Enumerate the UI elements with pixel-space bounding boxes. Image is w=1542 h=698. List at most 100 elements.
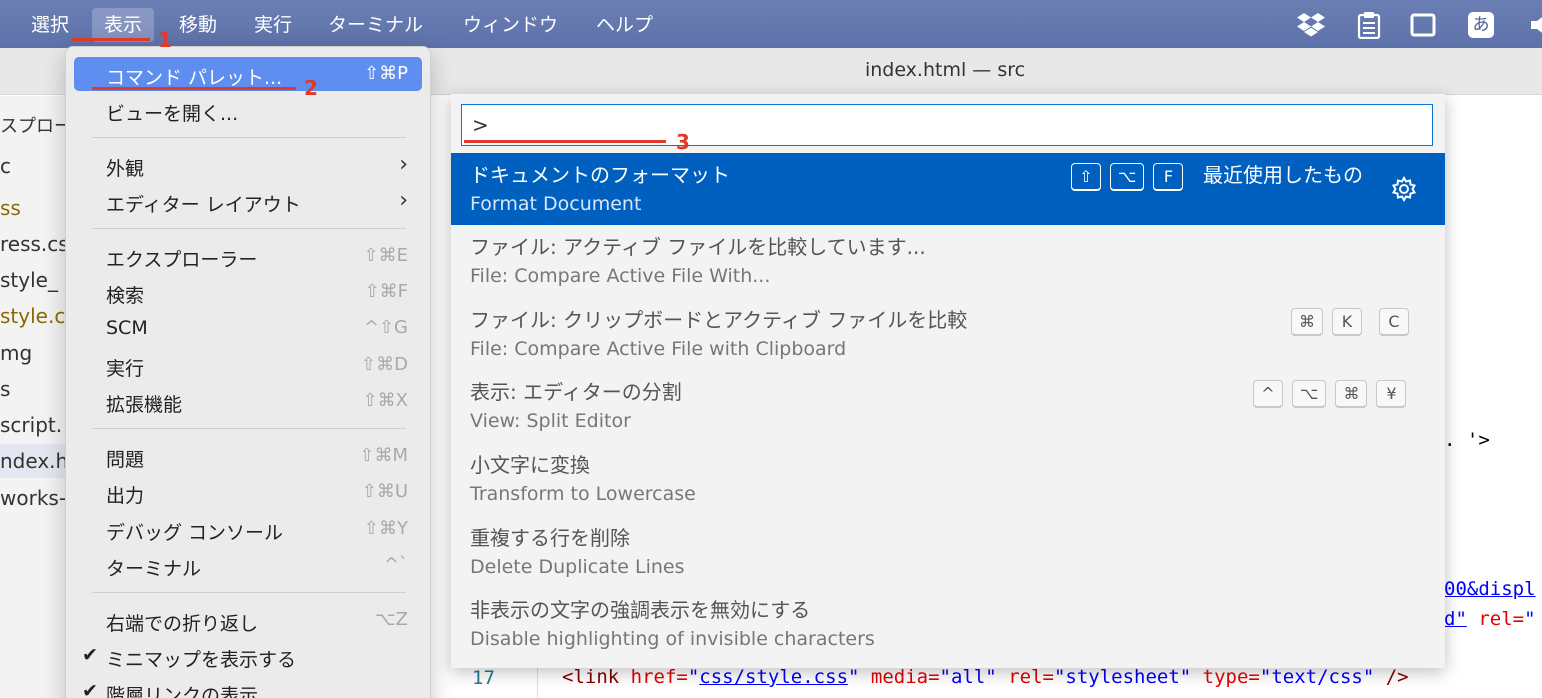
palette-item-detail: Disable highlighting of invisible charac… bbox=[470, 628, 875, 650]
palette-item-disable-invisible-highlight[interactable]: 非表示の文字の強調表示を無効にする Disable highlighting o… bbox=[451, 588, 1445, 660]
palette-item-label: ファイル: クリップボードとアクティブ ファイルを比較 bbox=[470, 308, 968, 332]
menu-item-terminal[interactable]: ターミナル ^` bbox=[74, 548, 422, 582]
code-attr: rel= bbox=[996, 666, 1054, 688]
window-icon[interactable] bbox=[1408, 10, 1438, 40]
menu-item-appearance[interactable]: 外観 › bbox=[74, 148, 422, 182]
palette-item-compare-active-file[interactable]: ファイル: アクティブ ファイルを比較しています... File: Compar… bbox=[451, 225, 1445, 297]
menu-terminal[interactable]: ターミナル bbox=[316, 8, 435, 42]
menu-item-extensions[interactable]: 拡張機能 ⇧⌘X bbox=[74, 384, 422, 418]
menu-item-shortcut: ⇧⌘F bbox=[364, 281, 408, 302]
key: ⌘ bbox=[1335, 380, 1368, 408]
code-tag: /> bbox=[1374, 666, 1409, 688]
tree-item[interactable]: ss bbox=[0, 196, 21, 220]
checkmark-icon: ✔ bbox=[82, 644, 98, 666]
menu-item-label: 出力 bbox=[106, 485, 145, 507]
menu-item-editor-layout[interactable]: エディター レイアウト › bbox=[74, 184, 422, 218]
palette-item-detail: Delete Duplicate Lines bbox=[470, 556, 685, 578]
code-string: "all" bbox=[939, 666, 997, 688]
menu-item-label: SCM bbox=[106, 317, 148, 339]
annotation-number: 2 bbox=[304, 76, 318, 100]
ime-icon[interactable]: あ bbox=[1466, 10, 1496, 40]
menu-item-shortcut: ⇧⌘D bbox=[361, 354, 408, 375]
volume-icon[interactable] bbox=[1524, 10, 1542, 40]
menu-item-open-view[interactable]: ビューを開く... bbox=[74, 93, 422, 127]
menu-item-label: 階層リンクの表示 bbox=[106, 685, 259, 698]
code-fragment: d" rel=" bbox=[1444, 608, 1536, 630]
menu-item-search[interactable]: 検索 ⇧⌘F bbox=[74, 275, 422, 309]
menu-bar: 選択 表示 移動 実行 ターミナル ウィンドウ ヘルプ あ bbox=[0, 0, 1542, 48]
menu-item-label: 実行 bbox=[106, 358, 145, 380]
menu-item-problems[interactable]: 問題 ⇧⌘M bbox=[74, 439, 422, 473]
annotation-underline bbox=[464, 140, 666, 143]
menu-view[interactable]: 表示 bbox=[92, 8, 155, 42]
command-palette: ドキュメントのフォーマット Format Document ⇧ ⌥ F 最近使用… bbox=[451, 94, 1445, 668]
menu-item-shortcut: ⇧⌘P bbox=[364, 63, 408, 84]
menu-item-show-breadcrumbs[interactable]: ✔ 階層リンクの表示 bbox=[74, 675, 422, 698]
code-string: " bbox=[848, 666, 860, 688]
chevron-right-icon: › bbox=[399, 188, 408, 213]
menu-item-shortcut: ⇧⌘X bbox=[362, 390, 408, 411]
palette-item-label: ファイル: アクティブ ファイルを比較しています... bbox=[470, 235, 926, 259]
palette-item-detail: Transform to Lowercase bbox=[470, 483, 696, 505]
clipboard-icon[interactable] bbox=[1354, 10, 1384, 40]
menu-go[interactable]: 移動 bbox=[167, 8, 229, 42]
ime-label: あ bbox=[1468, 12, 1494, 38]
menu-item-show-minimap[interactable]: ✔ ミニマップを表示する bbox=[74, 639, 422, 673]
menu-select[interactable]: 選択 bbox=[19, 8, 81, 42]
palette-item-delete-duplicate-lines[interactable]: 重複する行を削除 Delete Duplicate Lines bbox=[451, 516, 1445, 588]
menu-item-explorer[interactable]: エクスプローラー ⇧⌘E bbox=[74, 239, 422, 273]
menu-separator bbox=[92, 428, 406, 429]
menu-item-label: エクスプローラー bbox=[106, 249, 258, 271]
menu-item-scm[interactable]: SCM ^⇧G bbox=[74, 311, 422, 345]
tree-item[interactable]: c bbox=[0, 154, 11, 178]
menu-item-label: ビューを開く... bbox=[106, 103, 239, 125]
menu-help[interactable]: ヘルプ bbox=[584, 8, 665, 42]
menu-window[interactable]: ウィンドウ bbox=[451, 8, 570, 42]
menu-item-label: ターミナル bbox=[106, 558, 202, 580]
code-fragment: . '> bbox=[1444, 429, 1490, 451]
key: ⌥ bbox=[1110, 163, 1145, 191]
dropbox-icon[interactable] bbox=[1296, 10, 1326, 40]
code-string: "stylesheet" bbox=[1053, 666, 1192, 688]
tree-item[interactable]: style_ bbox=[0, 268, 58, 292]
key: ⇧ bbox=[1071, 163, 1101, 191]
palette-item-transform-lowercase[interactable]: 小文字に変換 Transform to Lowercase bbox=[451, 443, 1445, 515]
menu-item-shortcut: ^` bbox=[383, 554, 408, 575]
menu-item-run[interactable]: 実行 ⇧⌘D bbox=[74, 348, 422, 382]
code-link[interactable]: css/style.css bbox=[699, 666, 848, 688]
menu-item-label: ミニマップを表示する bbox=[106, 649, 297, 671]
menu-item-word-wrap[interactable]: 右端での折り返し ⌥Z bbox=[74, 603, 422, 637]
menu-item-output[interactable]: 出力 ⇧⌘U bbox=[74, 475, 422, 509]
menu-item-label: 問題 bbox=[106, 449, 145, 471]
tree-item[interactable]: script. bbox=[0, 413, 62, 437]
palette-item-label: 非表示の文字の強調表示を無効にする bbox=[470, 598, 811, 622]
palette-item-split-editor[interactable]: 表示: エディターの分割 View: Split Editor ^ ⌥ ⌘ ¥ bbox=[451, 370, 1445, 442]
palette-item-compare-clipboard[interactable]: ファイル: クリップボードとアクティブ ファイルを比較 File: Compar… bbox=[451, 298, 1445, 370]
menu-item-shortcut: ⌥Z bbox=[374, 609, 408, 630]
explorer-header: スプロー bbox=[0, 116, 72, 137]
key: F bbox=[1153, 163, 1184, 191]
menu-item-debug-console[interactable]: デバッグ コンソール ⇧⌘Y bbox=[74, 512, 422, 546]
menu-item-label: 右端での折り返し bbox=[106, 613, 259, 635]
menu-item-command-palette[interactable]: コマンド パレット... ⇧⌘P bbox=[74, 57, 422, 91]
palette-item-label: ドキュメントのフォーマット bbox=[470, 163, 730, 187]
gear-icon[interactable] bbox=[1390, 175, 1418, 203]
menu-separator bbox=[92, 592, 406, 593]
menu-run[interactable]: 実行 bbox=[242, 8, 304, 42]
key: ⌥ bbox=[1292, 380, 1327, 408]
annotation-number: 1 bbox=[158, 28, 172, 52]
key: C bbox=[1379, 308, 1409, 336]
tree-item[interactable]: works-t bbox=[0, 486, 74, 510]
palette-item-label: 小文字に変換 bbox=[470, 453, 590, 477]
tree-item[interactable]: ress.cs bbox=[0, 232, 69, 256]
tree-item[interactable]: mg bbox=[0, 341, 32, 365]
code-string: " bbox=[687, 666, 700, 688]
menu-separator bbox=[92, 228, 406, 229]
palette-item-label: 表示: エディターの分割 bbox=[470, 380, 682, 404]
checkmark-icon: ✔ bbox=[82, 680, 98, 698]
palette-item-format-document[interactable]: ドキュメントのフォーマット Format Document ⇧ ⌥ F 最近使用… bbox=[451, 153, 1445, 225]
menu-item-shortcut: ⇧⌘Y bbox=[363, 518, 408, 539]
menu-item-shortcut: ⇧⌘M bbox=[359, 445, 408, 466]
tree-item[interactable]: s bbox=[0, 377, 10, 401]
tree-item[interactable]: style.c bbox=[0, 304, 65, 328]
